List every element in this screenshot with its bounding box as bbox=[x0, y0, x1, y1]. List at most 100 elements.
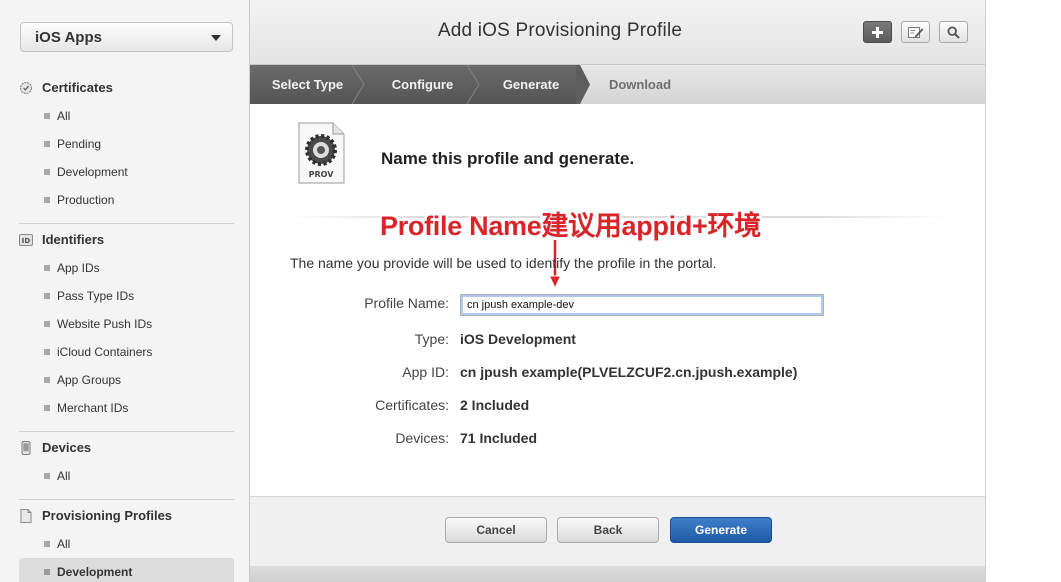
sidebar-item-profiles-development[interactable]: Development bbox=[19, 558, 234, 582]
sidebar-item-certificates-pending[interactable]: Pending bbox=[0, 130, 249, 158]
section-title: Provisioning Profiles bbox=[42, 508, 173, 523]
annotation-text: Profile Name建议用appid+环境 bbox=[380, 211, 761, 241]
sidebar-item-pass-type-ids[interactable]: Pass Type IDs bbox=[0, 282, 249, 310]
divider bbox=[19, 223, 234, 224]
sidebar-item-label: iCloud Containers bbox=[57, 345, 153, 359]
bullet-icon bbox=[44, 141, 50, 147]
step-download: Download bbox=[608, 77, 672, 92]
app-id-row: App ID: cn jpush example(PLVELZCUF2.cn.j… bbox=[250, 361, 985, 385]
description-text: The name you provide will be used to ide… bbox=[290, 255, 717, 271]
sidebar-item-label: Merchant IDs bbox=[57, 401, 129, 415]
sidebar-item-label: App IDs bbox=[57, 261, 100, 275]
sidebar-item-devices-all[interactable]: All bbox=[0, 462, 249, 490]
certificates-label: Certificates: bbox=[375, 397, 449, 413]
file-icon-label: PROV bbox=[309, 170, 335, 179]
profile-name-input[interactable] bbox=[460, 294, 824, 316]
section-heading: Name this profile and generate. bbox=[381, 149, 635, 168]
bullet-icon bbox=[44, 541, 50, 547]
page-header: Add iOS Provisioning Profile bbox=[250, 0, 985, 65]
chevron-down-icon bbox=[211, 35, 221, 41]
sidebar-item-app-ids[interactable]: App IDs bbox=[0, 254, 249, 282]
devices-row: Devices: 71 Included bbox=[250, 427, 985, 451]
back-button[interactable]: Back bbox=[557, 517, 659, 543]
profile-name-label: Profile Name: bbox=[364, 295, 449, 311]
bullet-icon bbox=[44, 265, 50, 271]
step-generate: Generate bbox=[502, 77, 560, 92]
sidebar-item-label: App Groups bbox=[57, 373, 122, 387]
section-provisioning-profiles: Provisioning Profiles All Development bbox=[0, 502, 249, 582]
divider bbox=[19, 499, 234, 500]
type-row: Type: iOS Development bbox=[250, 328, 985, 352]
section-devices: Devices All bbox=[0, 434, 249, 490]
section-title: Certificates bbox=[42, 80, 113, 95]
page-background bbox=[985, 0, 1061, 582]
sidebar-item-website-push-ids[interactable]: Website Push IDs bbox=[0, 310, 249, 338]
device-icon bbox=[19, 441, 33, 455]
section-header-provisioning-profiles[interactable]: Provisioning Profiles bbox=[0, 502, 249, 530]
sidebar-item-label: Pending bbox=[57, 137, 102, 151]
search-button[interactable] bbox=[939, 21, 968, 43]
add-icon bbox=[872, 26, 883, 38]
sidebar-item-label: Pass Type IDs bbox=[57, 289, 135, 303]
bullet-icon bbox=[44, 197, 50, 203]
type-value: iOS Development bbox=[460, 331, 576, 347]
devices-label: Devices: bbox=[395, 430, 449, 446]
sidebar-item-label: All bbox=[57, 469, 71, 483]
app-type-select-label: iOS Apps bbox=[35, 29, 102, 46]
step-progress-bar: Select Type Configure Generate Download bbox=[250, 65, 985, 104]
certificate-icon bbox=[19, 81, 33, 95]
main-panel: Add iOS Provisioning Profile Select Type… bbox=[250, 0, 985, 582]
sidebar: iOS Apps Certificates All Pending Develo… bbox=[0, 0, 250, 582]
certificates-value: 2 Included bbox=[460, 397, 530, 413]
app-id-label: App ID: bbox=[402, 364, 449, 380]
add-button[interactable] bbox=[863, 21, 892, 43]
bullet-icon bbox=[44, 569, 50, 575]
bullet-icon bbox=[44, 113, 50, 119]
section-header-identifiers[interactable]: ID Identifiers bbox=[0, 226, 249, 254]
bullet-icon bbox=[44, 473, 50, 479]
bullet-icon bbox=[44, 293, 50, 299]
section-certificates: Certificates All Pending Development Pro… bbox=[0, 74, 249, 214]
devices-value: 71 Included bbox=[460, 430, 538, 446]
id-icon-text: ID bbox=[22, 237, 31, 245]
bullet-icon bbox=[44, 349, 50, 355]
sidebar-item-label: All bbox=[57, 109, 71, 123]
id-icon: ID bbox=[19, 233, 33, 247]
bullet-icon bbox=[44, 405, 50, 411]
sidebar-item-certificates-all[interactable]: All bbox=[0, 102, 249, 130]
bullet-icon bbox=[44, 321, 50, 327]
type-label: Type: bbox=[414, 331, 449, 347]
search-icon bbox=[947, 25, 960, 39]
certificates-row: Certificates: 2 Included bbox=[250, 394, 985, 418]
generate-button[interactable]: Generate bbox=[670, 517, 772, 543]
section-header-devices[interactable]: Devices bbox=[0, 434, 249, 462]
app-type-select[interactable]: iOS Apps bbox=[20, 22, 233, 52]
form-footer: Cancel Back Generate bbox=[250, 496, 985, 567]
sidebar-item-icloud-containers[interactable]: iCloud Containers bbox=[0, 338, 249, 366]
sidebar-item-label: All bbox=[57, 537, 71, 551]
bullet-icon bbox=[44, 377, 50, 383]
sidebar-item-merchant-ids[interactable]: Merchant IDs bbox=[0, 394, 249, 422]
page-title: Add iOS Provisioning Profile bbox=[437, 20, 683, 41]
document-icon bbox=[19, 509, 33, 523]
section-title: Devices bbox=[42, 440, 92, 455]
sidebar-item-profiles-all[interactable]: All bbox=[0, 530, 249, 558]
step-configure: Configure bbox=[391, 77, 454, 92]
section-title: Identifiers bbox=[42, 232, 105, 247]
page-bottom-strip bbox=[250, 566, 985, 582]
edit-icon bbox=[907, 26, 923, 38]
step-current-arrow bbox=[576, 65, 590, 104]
edit-button[interactable] bbox=[901, 21, 930, 43]
section-header-certificates[interactable]: Certificates bbox=[0, 74, 249, 102]
sidebar-item-label: Website Push IDs bbox=[57, 317, 153, 331]
sidebar-item-certificates-production[interactable]: Production bbox=[0, 186, 249, 214]
sidebar-item-label: Development bbox=[57, 165, 128, 179]
app-id-value: cn jpush example(PLVELZCUF2.cn.jpush.exa… bbox=[460, 364, 798, 380]
divider bbox=[19, 431, 234, 432]
sidebar-item-app-groups[interactable]: App Groups bbox=[0, 366, 249, 394]
step-select-type: Select Type bbox=[271, 77, 344, 92]
cancel-button[interactable]: Cancel bbox=[445, 517, 547, 543]
section-identifiers: ID Identifiers App IDs Pass Type IDs Web… bbox=[0, 226, 249, 422]
sidebar-item-certificates-development[interactable]: Development bbox=[0, 158, 249, 186]
bullet-icon bbox=[44, 169, 50, 175]
